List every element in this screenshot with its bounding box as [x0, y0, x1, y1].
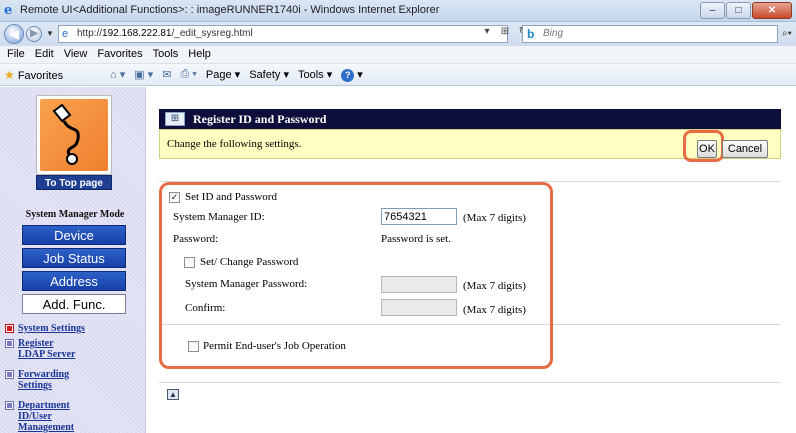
page-header: ⊞ Register ID and Password: [159, 109, 781, 129]
address-toolbar: ◀ ▶ ▼ e http://192.168.222.81/_edit_sysr…: [0, 22, 796, 46]
sidebar-item-system-settings[interactable]: System Settings: [6, 323, 138, 334]
divider: [159, 382, 781, 383]
cable-icon: [52, 103, 80, 165]
mode-title: System Manager Mode: [25, 209, 125, 220]
top-page-logo[interactable]: [36, 95, 112, 175]
menu-help[interactable]: Help: [183, 46, 216, 63]
ok-button[interactable]: OK: [697, 140, 717, 158]
forward-button[interactable]: ▶: [26, 26, 42, 42]
add-func-button[interactable]: Add. Func.: [22, 294, 126, 314]
bullet-icon: [6, 340, 13, 347]
home-icon[interactable]: ⌂ ▾: [110, 68, 125, 82]
feeds-icon[interactable]: ▣ ▾: [134, 68, 153, 82]
address-field[interactable]: e http://192.168.222.81/_edit_sysreg.htm…: [58, 25, 508, 43]
star-icon: ★: [4, 68, 15, 82]
sidebar-item-forwarding[interactable]: Forwarding Settings: [6, 369, 78, 391]
back-to-top-icon[interactable]: ▲: [167, 389, 179, 400]
favorites-bar: ★ Favorites ⌂ ▾ ▣ ▾ ✉ ⎙ ▾ Page ▾ Safety …: [0, 64, 796, 86]
page-icon: e: [62, 28, 69, 40]
settings-highlight-annotation: [159, 182, 553, 369]
device-button[interactable]: Device: [22, 225, 126, 245]
search-go-icon[interactable]: ⌕▾: [782, 28, 792, 39]
page-title: Register ID and Password: [193, 112, 327, 126]
settings-panel-icon: ⊞: [165, 112, 185, 126]
menu-edit[interactable]: Edit: [30, 46, 59, 63]
ie-logo-icon: e: [4, 3, 13, 18]
window-controls: – □ ✕: [699, 2, 792, 19]
print-icon[interactable]: ⎙ ▾: [180, 68, 196, 82]
menu-file[interactable]: File: [2, 46, 30, 63]
maximize-button[interactable]: □: [726, 2, 751, 19]
sidebar-item-register-ldap[interactable]: Register LDAP Server: [6, 338, 78, 360]
help-icon[interactable]: ? ▾: [341, 68, 363, 82]
sidebar: To Top page System Manager Mode Device J…: [0, 87, 146, 433]
window-title: Remote UI<Additional Functions>: : image…: [20, 4, 440, 16]
sidebar-item-department[interactable]: Department ID/User Management: [6, 400, 78, 433]
minimize-button[interactable]: –: [700, 2, 725, 19]
menu-bar: File Edit View Favorites Tools Help: [0, 46, 796, 64]
bullet-icon: [6, 402, 13, 409]
address-url[interactable]: http://192.168.222.81/_edit_sysreg.html: [77, 28, 253, 39]
search-field[interactable]: b: [522, 25, 778, 43]
compatibility-icon[interactable]: ⊞: [498, 26, 512, 37]
bullet-icon: [6, 371, 13, 378]
close-button[interactable]: ✕: [752, 2, 792, 19]
address-button[interactable]: Address: [22, 271, 126, 291]
bing-icon: b: [527, 27, 535, 41]
main-panel: ⊞ Register ID and Password Change the fo…: [147, 87, 796, 433]
safety-menu[interactable]: Safety ▾: [249, 68, 289, 82]
favorites-button[interactable]: ★ Favorites: [4, 68, 63, 82]
menu-view[interactable]: View: [59, 46, 93, 63]
job-status-button[interactable]: Job Status: [22, 248, 126, 268]
menu-favorites[interactable]: Favorites: [92, 46, 147, 63]
page-menu[interactable]: Page ▾: [206, 68, 240, 82]
recent-pages-dropdown[interactable]: ▼: [46, 29, 54, 38]
back-button[interactable]: ◀: [4, 24, 24, 44]
notice-text: Change the following settings.: [167, 138, 302, 150]
search-input[interactable]: [543, 28, 743, 39]
to-top-page-button[interactable]: To Top page: [36, 175, 112, 190]
menu-tools[interactable]: Tools: [148, 46, 184, 63]
command-bar: ⌂ ▾ ▣ ▾ ✉ ⎙ ▾ Page ▾ Safety ▾ Tools ▾ ? …: [110, 68, 363, 82]
mail-icon[interactable]: ✉: [162, 68, 171, 82]
address-dropdown-icon[interactable]: ▾: [480, 26, 494, 37]
bullet-icon: [6, 325, 13, 332]
cancel-button[interactable]: Cancel: [722, 140, 768, 158]
tools-menu[interactable]: Tools ▾: [298, 68, 332, 82]
window-title-bar: e Remote UI<Additional Functions>: : ima…: [0, 0, 796, 22]
